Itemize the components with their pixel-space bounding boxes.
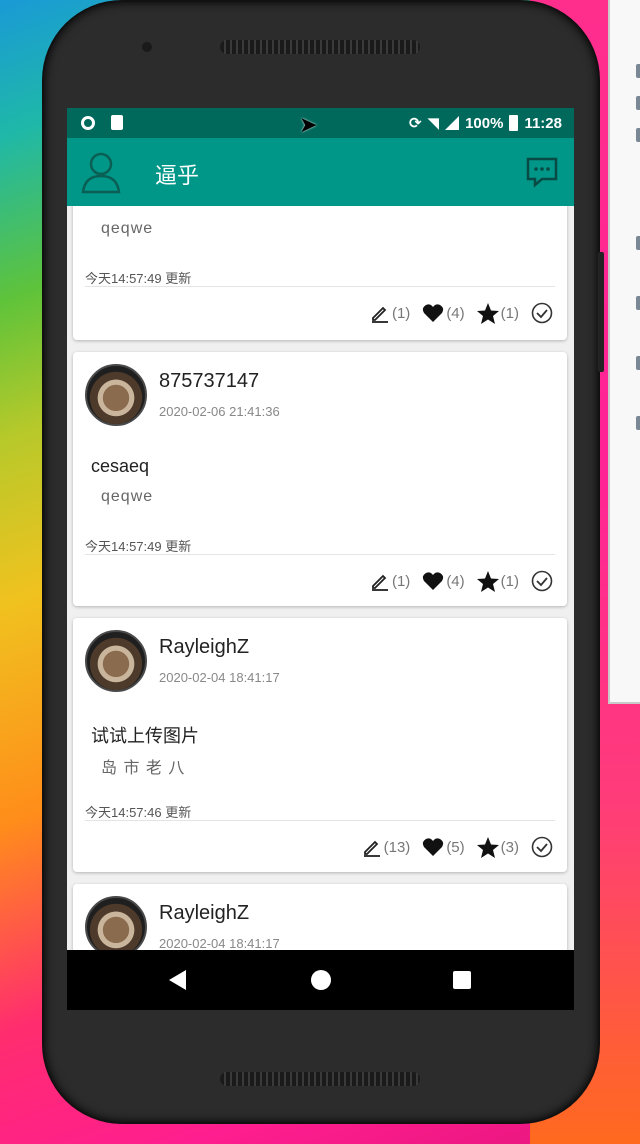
side-mark	[636, 296, 640, 310]
card-actions: (1) (4) (1)	[370, 570, 553, 592]
question-card[interactable]: qeqwe 今天14:57:49 更新 (1) (4) (1)	[73, 206, 567, 340]
signal-icon	[445, 116, 460, 130]
home-button[interactable]	[311, 970, 331, 990]
app-bar: 逼乎	[67, 138, 574, 206]
like-button[interactable]: (5)	[422, 837, 465, 857]
card-actions: (1) (4) (1)	[370, 302, 553, 324]
status-bar: ➤ ⟳ ◥ 100% 11:28	[67, 108, 574, 138]
star-button[interactable]: (3)	[476, 836, 519, 858]
status-right: ⟳ ◥ 100% 11:28	[408, 114, 562, 133]
star-icon	[476, 570, 499, 592]
side-mark	[636, 236, 640, 250]
avatar[interactable]	[85, 364, 147, 426]
like-count: (5)	[446, 838, 465, 856]
divider	[85, 820, 555, 821]
profile-icon[interactable]	[81, 150, 121, 194]
username[interactable]: 875737147	[159, 370, 259, 393]
heart-icon	[423, 304, 444, 322]
username[interactable]: RayleighZ	[159, 902, 249, 925]
question-body: qeqwe	[101, 488, 154, 505]
recent-apps-button[interactable]	[453, 971, 471, 989]
app-title: 逼乎	[155, 163, 200, 188]
card-header: RayleighZ 2020-02-04 18:41:17	[73, 618, 567, 698]
comment-count: (13)	[383, 838, 411, 856]
avatar[interactable]	[85, 896, 147, 950]
like-button[interactable]: (4)	[422, 571, 465, 591]
star-count: (1)	[500, 304, 519, 322]
heart-icon	[423, 572, 444, 590]
side-mark	[636, 416, 640, 430]
divider	[85, 286, 555, 287]
post-date: 2020-02-04 18:41:17	[159, 670, 280, 685]
front-camera	[142, 42, 152, 52]
top-speaker	[220, 40, 420, 54]
side-mark	[636, 356, 640, 370]
star-count: (3)	[500, 838, 519, 856]
question-title[interactable]: cesaeq	[91, 456, 149, 477]
question-card[interactable]: RayleighZ 2020-02-04 18:41:17	[73, 884, 567, 950]
side-mark	[636, 96, 640, 110]
comment-button[interactable]: (13)	[362, 837, 411, 857]
like-button[interactable]: (4)	[422, 303, 465, 323]
avatar[interactable]	[85, 630, 147, 692]
question-feed[interactable]: qeqwe 今天14:57:49 更新 (1) (4) (1) 87573714…	[67, 206, 574, 950]
username[interactable]: RayleighZ	[159, 636, 249, 659]
comment-count: (1)	[391, 572, 411, 590]
back-button[interactable]	[169, 970, 186, 990]
check-circle-icon	[531, 836, 553, 858]
update-time: 今天14:57:49 更新	[85, 539, 192, 554]
side-mark	[636, 128, 640, 142]
battery-icon	[509, 115, 519, 131]
side-window	[608, 0, 640, 704]
star-button[interactable]: (1)	[476, 570, 519, 592]
post-date: 2020-02-06 21:41:36	[159, 404, 280, 419]
like-count: (4)	[446, 572, 465, 590]
question-card[interactable]: RayleighZ 2020-02-04 18:41:17 试试上传图片 岛 市…	[73, 618, 567, 872]
divider	[85, 554, 555, 555]
question-body: qeqwe	[101, 220, 154, 237]
check-circle-icon	[531, 570, 553, 592]
card-header: RayleighZ 2020-02-04 18:41:17	[73, 884, 567, 950]
comment-button[interactable]: (1)	[370, 571, 410, 591]
star-icon	[476, 836, 499, 858]
wifi-icon: ◥	[427, 115, 440, 132]
comment-count: (1)	[391, 304, 411, 322]
update-time: 今天14:57:46 更新	[85, 805, 192, 820]
edit-icon	[363, 840, 380, 857]
question-card[interactable]: 875737147 2020-02-06 21:41:36 cesaeq qeq…	[73, 352, 567, 606]
check-button[interactable]	[531, 570, 553, 592]
record-icon	[81, 116, 95, 130]
like-count: (4)	[446, 304, 465, 322]
comment-button[interactable]: (1)	[370, 303, 410, 323]
heart-icon	[423, 838, 444, 856]
clock: 11:28	[524, 114, 562, 132]
card-actions: (13) (5) (3)	[362, 836, 553, 858]
side-button[interactable]	[598, 252, 604, 372]
sync-icon: ⟳	[408, 115, 422, 132]
star-icon	[476, 302, 499, 324]
star-count: (1)	[500, 572, 519, 590]
message-icon[interactable]	[526, 156, 558, 188]
update-time: 今天14:57:49 更新	[85, 271, 192, 286]
edit-icon	[371, 306, 388, 323]
question-title[interactable]: 试试上传图片	[91, 722, 199, 748]
side-mark	[636, 64, 640, 78]
question-body: 岛 市 老 八	[101, 760, 186, 777]
battery-percent: 100%	[465, 114, 504, 132]
bottom-speaker	[220, 1072, 420, 1086]
post-date: 2020-02-04 18:41:17	[159, 936, 280, 950]
check-circle-icon	[531, 302, 553, 324]
edit-icon	[371, 574, 388, 591]
star-button[interactable]: (1)	[476, 302, 519, 324]
system-nav-bar	[67, 950, 574, 1010]
check-button[interactable]	[531, 836, 553, 858]
card-header: 875737147 2020-02-06 21:41:36	[73, 352, 567, 432]
app-screen: ➤ ⟳ ◥ 100% 11:28 逼乎 qeqwe 今天14:57:49 更新	[67, 108, 574, 1010]
check-button[interactable]	[531, 302, 553, 324]
sdcard-icon	[111, 115, 123, 130]
mouse-cursor-icon: ➤	[299, 112, 318, 137]
